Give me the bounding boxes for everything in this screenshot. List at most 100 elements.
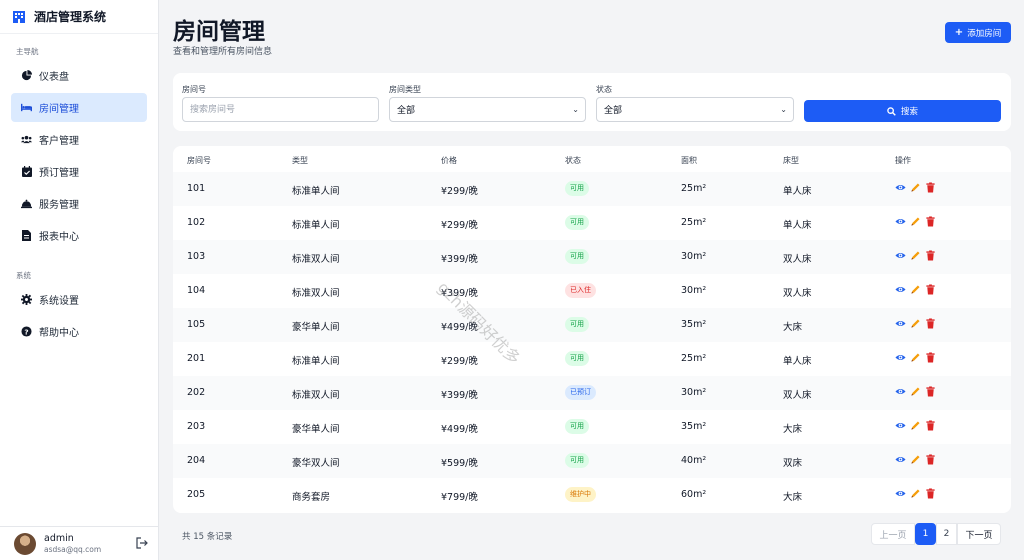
edit-icon[interactable]: [910, 386, 921, 397]
cell-bed: 双人床: [783, 288, 812, 299]
cell-price: ¥599/晚: [441, 458, 478, 469]
sidebar-item-rooms[interactable]: 房间管理: [11, 93, 147, 122]
cell-price: ¥399/晚: [441, 390, 478, 401]
delete-icon[interactable]: [925, 352, 936, 363]
cell-area: 25m²: [681, 353, 707, 364]
view-icon[interactable]: [895, 488, 906, 499]
sidebar-item-label: 服务管理: [39, 200, 79, 211]
cell-price: ¥299/晚: [441, 186, 478, 197]
avatar[interactable]: [14, 532, 36, 555]
row-actions: [895, 284, 936, 295]
cell-area: 25m²: [681, 183, 707, 194]
add-room-label: 添加房间: [967, 28, 1002, 39]
cell-area: 30m²: [681, 387, 707, 398]
users-icon: [21, 134, 32, 145]
sidebar-item-settings[interactable]: 系统设置: [11, 285, 147, 314]
cell-type: 豪华单人间: [292, 322, 340, 333]
cell-room-no: 102: [187, 217, 206, 228]
cell-type: 标准单人间: [292, 186, 340, 197]
brand[interactable]: 酒店管理系统: [0, 0, 158, 34]
delete-icon[interactable]: [925, 216, 936, 227]
sidebar-item-reports[interactable]: 报表中心: [11, 221, 147, 250]
delete-icon[interactable]: [925, 250, 936, 261]
row-actions: [895, 420, 936, 431]
view-icon[interactable]: [895, 182, 906, 193]
col-actions: 操作: [895, 156, 911, 165]
cell-price: ¥399/晚: [441, 254, 478, 265]
cell-bed: 大床: [783, 322, 803, 333]
cell-price: ¥499/晚: [441, 424, 478, 435]
edit-icon[interactable]: [910, 250, 921, 261]
delete-icon[interactable]: [925, 386, 936, 397]
view-icon[interactable]: [895, 454, 906, 465]
room-no-label: 房间号: [182, 85, 206, 94]
svg-text:?: ?: [24, 327, 28, 336]
sidebar-item-services[interactable]: 服务管理: [11, 189, 147, 218]
add-room-button[interactable]: + 添加房间: [945, 22, 1011, 43]
cell-area: 25m²: [681, 217, 707, 228]
status-badge: 可用: [565, 453, 589, 468]
cell-bed: 单人床: [783, 356, 812, 367]
delete-icon[interactable]: [925, 182, 936, 193]
edit-icon[interactable]: [910, 216, 921, 227]
view-icon[interactable]: [895, 352, 906, 363]
delete-icon[interactable]: [925, 420, 936, 431]
col-area: 面积: [681, 156, 697, 165]
page-button-2[interactable]: 2: [936, 523, 957, 545]
cell-bed: 双床: [783, 458, 803, 469]
edit-icon[interactable]: [910, 284, 921, 295]
edit-icon[interactable]: [910, 488, 921, 499]
gear-icon: [21, 294, 32, 305]
chevron-down-icon: ⌄: [572, 105, 579, 114]
sidebar-item-bookings[interactable]: 预订管理: [11, 157, 147, 186]
view-icon[interactable]: [895, 250, 906, 261]
sidebar-item-label: 帮助中心: [39, 328, 79, 339]
prev-page-button[interactable]: 上一页: [871, 523, 915, 545]
view-icon[interactable]: [895, 420, 906, 431]
cell-type: 标准双人间: [292, 288, 340, 299]
logout-icon[interactable]: [136, 537, 148, 549]
status-badge: 已入住: [565, 283, 596, 298]
delete-icon[interactable]: [925, 284, 936, 295]
bed-icon: [21, 102, 32, 113]
cell-room-no: 203: [187, 421, 206, 432]
view-icon[interactable]: [895, 386, 906, 397]
edit-icon[interactable]: [910, 318, 921, 329]
cell-type: 豪华双人间: [292, 458, 340, 469]
view-icon[interactable]: [895, 216, 906, 227]
delete-icon[interactable]: [925, 454, 936, 465]
cell-type: 标准单人间: [292, 220, 340, 231]
edit-icon[interactable]: [910, 352, 921, 363]
room-type-select[interactable]: 全部 ⌄: [389, 97, 586, 122]
sidebar-item-help[interactable]: ? 帮助中心: [11, 317, 147, 346]
col-status: 状态: [565, 156, 581, 165]
sidebar-item-label: 仪表盘: [39, 72, 69, 83]
page-subtitle: 查看和管理所有房间信息: [173, 47, 273, 57]
col-price: 价格: [441, 156, 457, 165]
page-title: 房间管理: [173, 19, 265, 45]
edit-icon[interactable]: [910, 182, 921, 193]
delete-icon[interactable]: [925, 318, 936, 329]
system-nav: 系统设置 ? 帮助中心: [0, 285, 158, 346]
calendar-check-icon: [21, 166, 32, 177]
next-page-button[interactable]: 下一页: [957, 523, 1001, 545]
cell-bed: 双人床: [783, 390, 812, 401]
cell-bed: 单人床: [783, 220, 812, 231]
edit-icon[interactable]: [910, 420, 921, 431]
row-actions: [895, 454, 936, 465]
total-records: 共 15 条记录: [182, 532, 233, 542]
hotel-icon: [13, 10, 25, 23]
status-select[interactable]: 全部 ⌄: [596, 97, 794, 122]
room-no-input[interactable]: [182, 97, 379, 122]
page-button-1[interactable]: 1: [915, 523, 936, 545]
sidebar-item-customers[interactable]: 客户管理: [11, 125, 147, 154]
delete-icon[interactable]: [925, 488, 936, 499]
table-row: 201 标准单人间 ¥299/晚 25m² 单人床 可用: [173, 342, 1011, 376]
edit-icon[interactable]: [910, 454, 921, 465]
search-button[interactable]: 搜索: [804, 100, 1001, 122]
cell-area: 30m²: [681, 251, 707, 262]
view-icon[interactable]: [895, 318, 906, 329]
sidebar-item-dashboard[interactable]: 仪表盘: [11, 61, 147, 90]
cell-room-no: 201: [187, 353, 206, 364]
view-icon[interactable]: [895, 284, 906, 295]
